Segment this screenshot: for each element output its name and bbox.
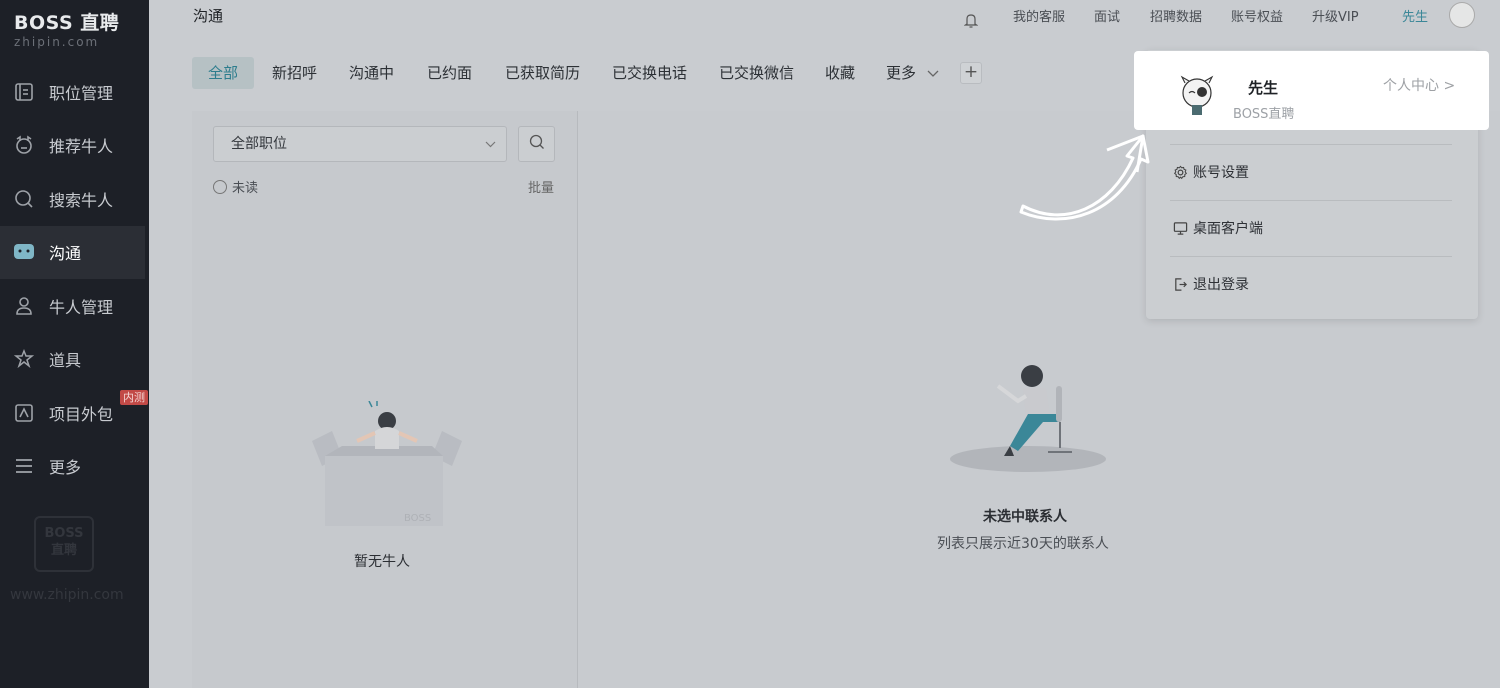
logo[interactable]: BOSS 直聘 zhipin.com xyxy=(14,8,119,49)
interview-link[interactable]: 面试 xyxy=(1094,6,1120,25)
tab-more-label: 更多 xyxy=(886,64,917,82)
recruit-data-link[interactable]: 招聘数据 xyxy=(1150,6,1202,25)
sidebar-item-more[interactable]: 更多 xyxy=(0,440,149,494)
account-settings-label: 账号设置 xyxy=(1193,165,1249,181)
gear-icon xyxy=(1172,164,1188,180)
box-label: BOSS xyxy=(404,513,431,524)
sidebar-item-label: 更多 xyxy=(49,458,82,478)
sidebar-item-recommend[interactable]: 推荐牛人 xyxy=(0,119,149,173)
sidebar-item-label: 道具 xyxy=(49,351,82,371)
account-rights-link[interactable]: 账号权益 xyxy=(1231,6,1283,25)
avatar[interactable] xyxy=(1449,2,1475,28)
menu-divider xyxy=(1170,144,1452,145)
logo-sub: zhipin.com xyxy=(14,35,100,49)
sidebar-item-job-management[interactable]: 职位管理 xyxy=(0,65,149,119)
sidebar-item-search[interactable]: 搜索牛人 xyxy=(0,172,149,226)
desktop-client-label: 桌面客户端 xyxy=(1193,221,1263,237)
sidebar-item-talent-management[interactable]: 牛人管理 xyxy=(0,279,149,333)
contact-list-panel: 全部职位 未读 批量 BOSS 暂无牛人 xyxy=(192,111,577,688)
bell-icon[interactable] xyxy=(963,13,979,32)
tab-phone-exchanged[interactable]: 已交换电话 xyxy=(612,57,687,89)
sidebar-url: www.zhipin.com xyxy=(10,587,124,603)
job-filter-select[interactable]: 全部职位 xyxy=(213,126,507,162)
sidebar-item-chat[interactable]: 沟通 xyxy=(0,225,145,279)
search-icon xyxy=(12,187,36,211)
sidebar-nav: 职位管理 推荐牛人 搜索牛人 沟通 牛人管理 道具 项目外包 内测 更多 xyxy=(0,65,149,493)
sidebar-item-label: 推荐牛人 xyxy=(49,137,114,157)
sidebar-item-tools[interactable]: 道具 xyxy=(0,333,149,387)
chevron-down-icon xyxy=(927,68,939,81)
chevron-down-icon xyxy=(485,127,496,161)
top-bar: 沟通 我的客服 面试 招聘数据 账号权益 升级VIP 先生 xyxy=(149,0,1500,36)
menu-divider xyxy=(1170,256,1452,257)
talent-management-icon xyxy=(12,294,36,318)
outsourcing-icon xyxy=(12,401,36,425)
more-menu-icon xyxy=(12,454,36,478)
beta-badge: 内测 xyxy=(120,390,148,405)
upgrade-vip-link[interactable]: 升级VIP xyxy=(1312,6,1359,25)
desktop-client-item[interactable]: 桌面客户端 xyxy=(1172,213,1263,243)
desktop-icon xyxy=(1172,220,1188,236)
sidebar-item-label: 项目外包 xyxy=(49,404,114,424)
unread-filter[interactable]: 未读 xyxy=(213,177,258,196)
no-contact-title: 未选中联系人 xyxy=(983,509,1067,525)
job-management-icon xyxy=(12,80,36,104)
personal-center-link[interactable]: 个人中心 > xyxy=(1383,75,1455,95)
add-tab-button[interactable]: + xyxy=(960,62,982,84)
sidebar-item-outsourcing[interactable]: 项目外包 内测 xyxy=(0,386,149,440)
search-icon xyxy=(529,134,545,154)
logout-label: 退出登录 xyxy=(1193,277,1249,293)
sidebar-item-label: 牛人管理 xyxy=(49,297,114,317)
tab-more[interactable]: 更多 xyxy=(886,57,939,89)
batch-button[interactable]: 批量 xyxy=(528,177,554,196)
logout-item[interactable]: 退出登录 xyxy=(1172,269,1249,299)
annotation-arrow xyxy=(1015,128,1165,227)
sidebar-item-label: 搜索牛人 xyxy=(49,190,114,210)
tab-favorites[interactable]: 收藏 xyxy=(825,57,855,89)
profile-name: 先生 xyxy=(1248,79,1279,97)
sidebar: BOSS 直聘 zhipin.com 职位管理 推荐牛人 搜索牛人 沟通 牛人管… xyxy=(0,0,149,688)
empty-box-illustration: BOSS xyxy=(307,400,467,545)
profile-company: BOSS直聘 xyxy=(1233,107,1295,122)
logout-icon xyxy=(1172,276,1188,292)
logo-main: BOSS 直聘 xyxy=(14,12,120,34)
profile-avatar xyxy=(1176,75,1218,117)
tab-resume-received[interactable]: 已获取简历 xyxy=(505,57,580,89)
recommend-icon xyxy=(12,133,36,157)
tab-interview-scheduled[interactable]: 已约面 xyxy=(427,57,472,89)
tab-new-greetings[interactable]: 新招呼 xyxy=(272,57,317,89)
tab-all[interactable]: 全部 xyxy=(192,57,255,89)
tools-icon xyxy=(12,347,36,371)
tab-wechat-exchanged[interactable]: 已交换微信 xyxy=(719,57,794,89)
job-filter-value: 全部职位 xyxy=(231,136,287,152)
top-links: 我的客服 面试 招聘数据 账号权益 升级VIP 先生 xyxy=(149,6,1500,28)
sidebar-item-label: 沟通 xyxy=(49,244,82,264)
chat-icon xyxy=(12,240,36,264)
empty-talent-text: 暂无牛人 xyxy=(354,554,410,570)
sidebar-watermark-logo: BOSS 直聘 xyxy=(34,516,94,572)
top-user-name[interactable]: 先生 xyxy=(1402,6,1428,25)
tab-communicating[interactable]: 沟通中 xyxy=(349,57,394,89)
search-button[interactable] xyxy=(518,126,555,162)
unread-label: 未读 xyxy=(232,181,259,196)
empty-person-illustration xyxy=(948,356,1108,480)
no-contact-subtitle: 列表只展示近30天的联系人 xyxy=(937,536,1109,552)
menu-divider xyxy=(1170,200,1452,201)
profile-card[interactable]: 先生 BOSS直聘 个人中心 > xyxy=(1134,51,1489,130)
customer-service-link[interactable]: 我的客服 xyxy=(1013,6,1065,25)
account-settings-item[interactable]: 账号设置 xyxy=(1172,157,1249,187)
sidebar-item-label: 职位管理 xyxy=(49,83,114,103)
unread-radio[interactable] xyxy=(213,179,227,194)
